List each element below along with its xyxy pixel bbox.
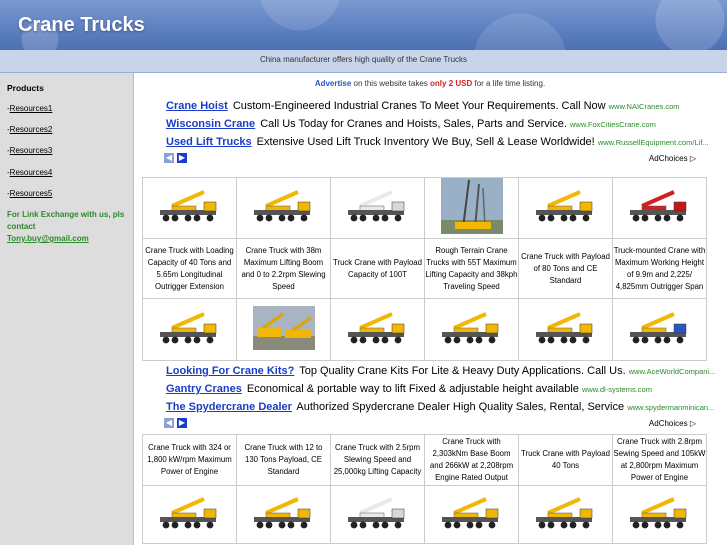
product-cell[interactable] — [236, 298, 331, 361]
product-caption[interactable]: Truck Crane with Payload Capacity of 100… — [330, 238, 425, 299]
product-cell[interactable] — [330, 177, 425, 239]
product-image[interactable] — [614, 186, 706, 230]
sidebar-link-resources2[interactable]: -Resources2 — [7, 125, 52, 134]
ad-item[interactable]: Looking For Crane Kits? Top Quality Cran… — [166, 365, 715, 377]
product-cell[interactable] — [330, 298, 425, 361]
sidebar-link-resources4[interactable]: -Resources4 — [7, 168, 52, 177]
product-cell[interactable] — [142, 298, 237, 361]
product-image[interactable] — [614, 493, 706, 537]
product-cell[interactable] — [424, 298, 519, 361]
product-image[interactable] — [144, 308, 236, 352]
ad-item[interactable]: Crane Hoist Custom-Engineered Industrial… — [166, 100, 680, 112]
product-image[interactable] — [238, 186, 330, 230]
product-cell[interactable] — [330, 485, 425, 544]
product-image[interactable] — [520, 493, 612, 537]
product-image[interactable] — [332, 493, 424, 537]
product-cell[interactable] — [236, 485, 331, 544]
ad-prev-button[interactable]: ◀ — [164, 418, 174, 428]
sidebar: Products -Resources1 -Resources2 -Resour… — [0, 73, 134, 545]
product-caption[interactable]: Crane Truck with Loading Capacity of 40 … — [142, 238, 237, 299]
tagline: China manufacturer offers high quality o… — [259, 55, 468, 64]
product-caption[interactable]: Crane Truck with 2,303kNm Base Boom and … — [424, 434, 519, 486]
product-cell[interactable] — [424, 177, 519, 239]
sidebar-link-resources3[interactable]: -Resources3 — [7, 146, 52, 155]
ad-next-button[interactable]: ▶ — [177, 153, 187, 163]
product-caption[interactable]: Crane Truck with 324 or 1,800 kW/rpm Max… — [142, 434, 237, 486]
ad-block-middle: Looking For Crane Kits? Top Quality Cran… — [162, 363, 715, 433]
advertise-notice: Advertise on this website takes only 2 U… — [314, 79, 546, 88]
sidebar-link-resources5[interactable]: -Resources5 — [7, 189, 52, 198]
product-caption[interactable]: Rough Terrain Crane Trucks with 55T Maxi… — [424, 238, 519, 299]
product-image[interactable] — [520, 308, 612, 352]
site-header: Crane Trucks — [0, 0, 727, 50]
product-image[interactable] — [332, 308, 424, 352]
ad-next-button[interactable]: ▶ — [177, 418, 187, 428]
contact-email-link[interactable]: Tony.buy@gmail.com — [7, 234, 89, 243]
product-image[interactable] — [144, 493, 236, 537]
product-cell[interactable] — [518, 177, 613, 239]
product-image[interactable] — [426, 493, 518, 537]
ad-item[interactable]: The Spydercrane Dealer Authorized Spyder… — [166, 401, 714, 413]
product-image[interactable] — [520, 186, 612, 230]
advertise-link[interactable]: Advertise — [315, 79, 351, 88]
product-caption[interactable]: Truck Crane with Payload 40 Tons — [518, 434, 613, 486]
product-cell[interactable] — [612, 177, 707, 239]
product-caption[interactable]: Truck-mounted Crane with Maximum Working… — [612, 238, 707, 299]
product-cell[interactable] — [518, 298, 613, 361]
product-image[interactable] — [426, 178, 518, 238]
ad-item[interactable]: Gantry Cranes Economical & portable way … — [166, 383, 652, 395]
adchoices-icon: ▷ — [689, 419, 696, 428]
product-cell[interactable] — [612, 298, 707, 361]
ad-item[interactable]: Used Lift Trucks Extensive Used Lift Tru… — [166, 136, 709, 148]
product-image[interactable] — [426, 308, 518, 352]
product-image[interactable] — [238, 493, 330, 537]
product-grid-bottom: Crane Truck with 324 or 1,800 kW/rpm Max… — [142, 434, 707, 544]
adchoices-link[interactable]: AdChoices ▷ — [649, 154, 696, 163]
adchoices-link[interactable]: AdChoices ▷ — [649, 419, 696, 428]
ad-block-top: Crane Hoist Custom-Engineered Industrial… — [162, 97, 709, 167]
sidebar-heading: Products — [7, 83, 44, 93]
link-exchange-note: For Link Exchange with us, pls contact T… — [7, 210, 125, 243]
product-caption[interactable]: Crane Truck with 2.5rpm Slewing Speed an… — [330, 434, 425, 486]
tagline-bar: China manufacturer offers high quality o… — [0, 50, 727, 73]
product-image[interactable] — [614, 308, 706, 352]
product-cell[interactable] — [518, 485, 613, 544]
product-cell[interactable] — [142, 485, 237, 544]
site-title[interactable]: Crane Trucks — [18, 14, 145, 37]
product-caption[interactable]: Crane Truck with Payload of 80 Tons and … — [518, 238, 613, 299]
product-cell[interactable] — [142, 177, 237, 239]
product-cell[interactable] — [236, 177, 331, 239]
product-image[interactable] — [332, 186, 424, 230]
product-grid-top: Crane Truck with Loading Capacity of 40 … — [142, 177, 707, 361]
ad-prev-button[interactable]: ◀ — [164, 153, 174, 163]
product-caption[interactable]: Crane Truck with 2.8rpm Sewing Speed and… — [612, 434, 707, 486]
product-caption[interactable]: Crane Truck with 38m Maximum Lifting Boo… — [236, 238, 331, 299]
ad-item[interactable]: Wisconsin Crane Call Us Today for Cranes… — [166, 118, 656, 130]
product-image[interactable] — [144, 186, 236, 230]
product-caption[interactable]: Crane Truck with 12 to 130 Tons Payload,… — [236, 434, 331, 486]
product-cell[interactable] — [612, 485, 707, 544]
sidebar-link-resources1[interactable]: -Resources1 — [7, 104, 52, 113]
adchoices-icon: ▷ — [689, 154, 696, 163]
product-cell[interactable] — [424, 485, 519, 544]
product-image[interactable] — [238, 305, 330, 354]
